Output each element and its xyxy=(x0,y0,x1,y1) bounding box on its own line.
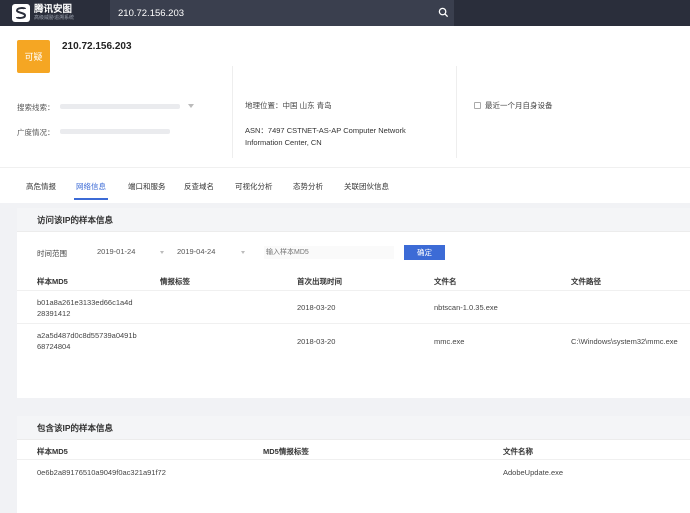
search-box xyxy=(110,0,454,26)
search-icon[interactable] xyxy=(438,7,449,18)
wide-intel-label: 广度情况： xyxy=(17,128,55,137)
table-row-filename: mmc.exe xyxy=(434,337,465,346)
active-tab-indicator xyxy=(74,198,108,200)
table-row-filename: nbtscan-1.0.35.exe xyxy=(434,303,498,312)
column-header-md5-tag: MD5情报标签 xyxy=(263,447,309,456)
threat-badge: 可疑 xyxy=(17,40,50,73)
divider xyxy=(17,323,690,324)
table-row-path: C:\Windows\system32\mmc.exe xyxy=(571,337,678,346)
tab-ports-services[interactable]: 端口和服务 xyxy=(128,181,166,192)
date-from-input[interactable] xyxy=(97,247,157,256)
divider xyxy=(456,66,457,158)
logo-subtitle: 高级威胁追溯系统 xyxy=(34,15,75,21)
md5-search-input[interactable] xyxy=(264,246,394,259)
asn-info: ASN：7497 CSTNET-AS-AP Computer Network I… xyxy=(245,126,406,147)
tab-network-info[interactable]: 网络信息 xyxy=(76,181,106,192)
intel-source-label: 搜索线索： xyxy=(17,103,55,112)
tab-visual-analysis[interactable]: 可视化分析 xyxy=(235,181,273,192)
recent-month-option[interactable]: 最近一个月自身设备 xyxy=(474,100,553,111)
logo-title: 腾讯安图 xyxy=(34,4,73,15)
ip-summary-card: 可疑 210.72.156.203 搜索线索： 广度情况： 地理位置：中国 山东… xyxy=(0,26,690,167)
table-row-first-seen: 2018-03-20 xyxy=(297,303,336,312)
divider xyxy=(232,66,233,158)
table-row-first-seen: 2018-03-20 xyxy=(297,337,336,346)
search-input[interactable] xyxy=(118,6,428,20)
column-header-md5: 样本MD5 xyxy=(37,447,68,456)
column-header-md5: 样本MD5 xyxy=(37,277,68,286)
confirm-button[interactable]: 确定 xyxy=(404,245,445,260)
checkbox[interactable] xyxy=(474,102,481,109)
logo[interactable]: 腾讯安图 高级威胁追溯系统 xyxy=(12,4,74,22)
section-title: 访问该IP的样本信息 xyxy=(17,208,690,232)
column-header-first-seen: 首次出现时间 xyxy=(297,277,342,286)
top-bar: 腾讯安图 高级威胁追溯系统 xyxy=(0,0,690,26)
section-title: 包含该IP的样本信息 xyxy=(17,416,690,440)
divider xyxy=(17,459,690,460)
date-to-input[interactable] xyxy=(177,247,237,256)
tab-related-groups[interactable]: 关联团伙信息 xyxy=(344,181,389,192)
recent-label: 最近一个月自身设备 xyxy=(485,101,553,110)
table-row-md5[interactable]: a2a5d487d0c8d55739a0491b 68724804 xyxy=(37,330,137,352)
wide-intel-value xyxy=(60,129,170,134)
intel-source-value[interactable] xyxy=(60,104,180,109)
chevron-down-icon[interactable] xyxy=(241,251,245,254)
divider xyxy=(17,290,690,291)
time-range-label: 时间范围 xyxy=(37,249,67,258)
column-header-filename: 文件名称 xyxy=(503,447,533,456)
table-row-filename: AdobeUpdate.exe xyxy=(503,468,564,477)
column-header-filename: 文件名 xyxy=(434,277,457,286)
column-header-path: 文件路径 xyxy=(571,277,601,286)
geo-location: 地理位置：中国 山东 青岛 xyxy=(245,101,332,110)
tab-situation-analysis[interactable]: 态势分析 xyxy=(293,181,323,192)
table-row-md5[interactable]: b01a8a261e3133ed66c1a4d 28391412 xyxy=(37,297,133,319)
page-title: 210.72.156.203 xyxy=(62,41,132,52)
contain-samples-panel: 包含该IP的样本信息 xyxy=(17,416,690,513)
chevron-down-icon[interactable] xyxy=(188,104,194,108)
tab-high-risk-intel[interactable]: 高危情报 xyxy=(26,181,56,192)
column-header-tag: 情报标签 xyxy=(160,277,190,286)
logo-icon xyxy=(12,4,30,22)
chevron-down-icon[interactable] xyxy=(160,251,164,254)
table-row-md5[interactable]: 0e6b2a89176510a9049f0ac321a91f72 xyxy=(37,467,166,478)
tab-reverse-domain[interactable]: 反查域名 xyxy=(184,181,214,192)
